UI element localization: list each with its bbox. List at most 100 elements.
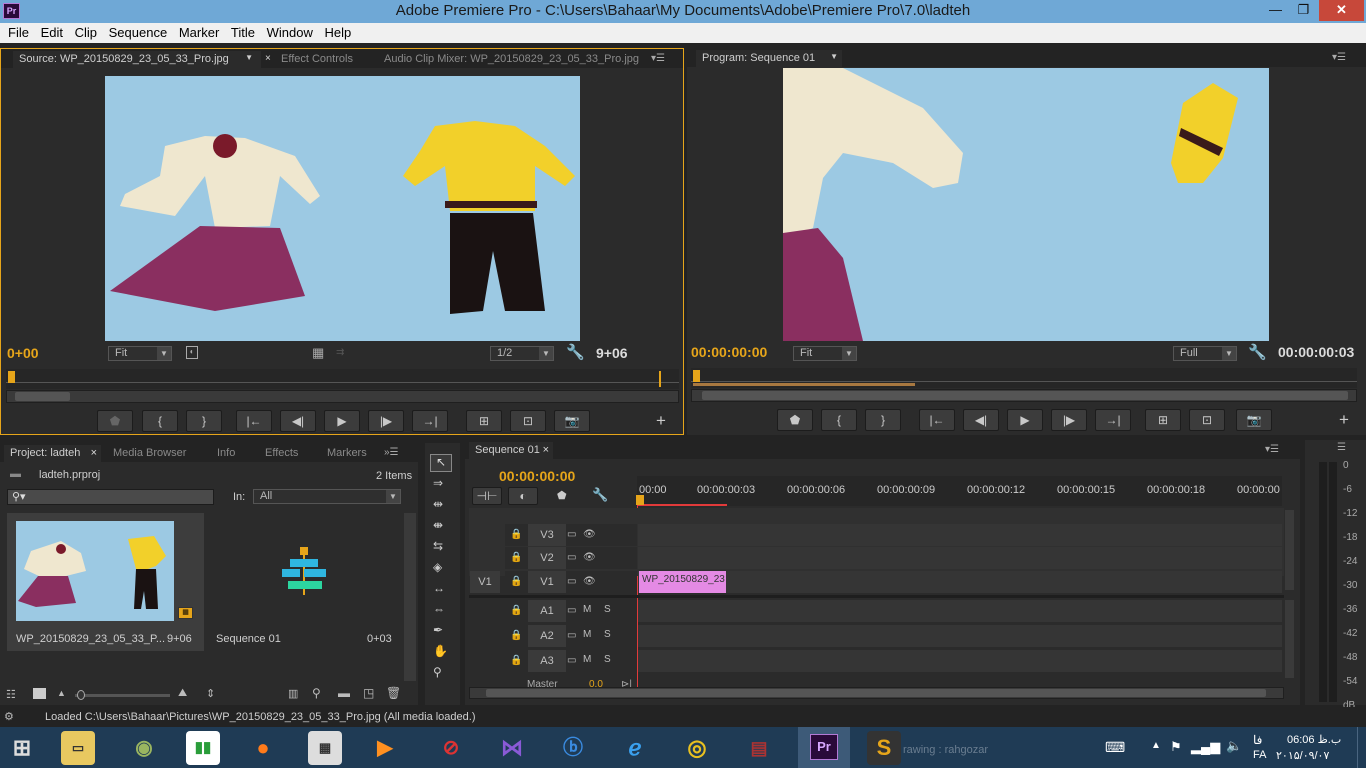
step-forward-button[interactable]: |▶	[1051, 409, 1087, 431]
panel-menu-icon[interactable]: ▾☰	[1332, 52, 1346, 63]
play-button[interactable]: ▶	[324, 410, 360, 432]
sort-icons-icon[interactable]: ⇕	[206, 687, 215, 700]
pen-tool-icon[interactable]: ✒	[433, 623, 443, 637]
lock-icon[interactable]: 🔒	[510, 655, 522, 666]
chart-app-icon[interactable]: ▮▮	[186, 731, 220, 765]
rolling-edit-tool-icon[interactable]: ⇼	[433, 518, 443, 532]
linked-selection-button[interactable]: ◐	[508, 487, 538, 505]
calculator-icon[interactable]: ▦	[308, 731, 342, 765]
wrench-icon[interactable]: 🔧	[1248, 343, 1267, 361]
zoom-in-icon[interactable]: ⛰	[178, 687, 187, 700]
menu-help[interactable]: Help	[324, 23, 351, 40]
in-filter-select[interactable]: All	[253, 489, 401, 504]
clock-time[interactable]: 06:06 ب.ظ	[1287, 733, 1341, 746]
sync-lock-icon[interactable]: ▭	[567, 605, 576, 616]
audio-scrollbar[interactable]	[1285, 600, 1294, 678]
eye-icon[interactable]: 👁	[583, 552, 596, 563]
step-back-button[interactable]: ◀|	[963, 409, 999, 431]
sync-lock-icon[interactable]: ▭	[567, 630, 576, 641]
selection-tool-icon[interactable]: ↖	[430, 454, 452, 472]
play-button[interactable]: ▶	[1007, 409, 1043, 431]
go-to-in-button[interactable]: |←	[919, 409, 955, 431]
mark-out-button[interactable]: }	[186, 410, 222, 432]
panel-menu-icon[interactable]: ▾☰	[1265, 444, 1279, 455]
tab-project[interactable]: Project: ladteh ×	[4, 445, 101, 462]
source-resolution-select[interactable]: 1/2	[490, 346, 554, 361]
safe-margins-icon[interactable]: ◐	[186, 346, 198, 359]
razor-tool-icon[interactable]: ◈	[433, 560, 442, 574]
trash-icon[interactable]: 🗑	[386, 686, 401, 700]
solo-button[interactable]: S	[604, 654, 611, 665]
close-tab-icon[interactable]: ×	[91, 447, 97, 459]
project-item-clip[interactable]: ▦ WP_20150829_23_05_33_P... 9+06	[7, 513, 204, 651]
export-frame-button[interactable]: 📷	[554, 410, 590, 432]
snap-button[interactable]: ⊣⊢	[472, 487, 502, 505]
track-a1-label[interactable]: A1	[528, 600, 566, 622]
source-playhead[interactable]	[8, 371, 15, 383]
track-v1-lane[interactable]	[638, 571, 1282, 593]
lock-icon[interactable]: 🔒	[510, 605, 522, 616]
sync-lock-icon[interactable]: ▭	[567, 529, 576, 540]
menu-window[interactable]: Window	[267, 23, 313, 40]
internet-explorer-icon[interactable]: ℯ	[618, 731, 652, 765]
project-item-sequence[interactable]: Sequence 01 0+03	[206, 513, 402, 651]
menu-file[interactable]: File	[8, 23, 29, 40]
tab-info[interactable]: Info	[211, 445, 241, 462]
s-app-icon[interactable]: S	[867, 731, 901, 765]
lock-icon[interactable]: 🔒	[510, 576, 522, 587]
export-frame-button[interactable]: 📷	[1236, 409, 1272, 431]
clock-date[interactable]: ۲۰۱۵/۰۹/۰۷	[1276, 749, 1329, 762]
source-timecode[interactable]: 0+00	[7, 345, 39, 361]
track-v1-label[interactable]: V1	[528, 571, 566, 593]
volume-icon[interactable]: 🔈	[1226, 738, 1242, 754]
program-timecode[interactable]: 00:00:00:00	[691, 344, 767, 360]
panel-menu-icon[interactable]: »☰	[384, 447, 399, 458]
mark-in-button[interactable]: {	[142, 410, 178, 432]
solo-button[interactable]: S	[604, 604, 611, 615]
eye-icon[interactable]: 👁	[583, 576, 596, 587]
panel-menu-icon[interactable]: ▾☰	[651, 53, 665, 64]
settings-icon[interactable]: ⚙	[4, 710, 14, 723]
insert-overwrite-icon[interactable]: ▦	[312, 345, 324, 361]
button-editor-add-icon[interactable]: +	[1339, 410, 1349, 430]
menu-title[interactable]: Title	[231, 23, 255, 40]
ripple-edit-tool-icon[interactable]: ⇹	[433, 497, 443, 511]
flag-icon[interactable]: ⚑	[1170, 739, 1182, 755]
new-bin-icon[interactable]: ▬	[338, 686, 350, 700]
chevron-down-icon[interactable]: ▼	[245, 53, 253, 62]
slide-tool-icon[interactable]: ⇔	[433, 602, 445, 616]
track-a3-label[interactable]: A3	[528, 650, 566, 672]
step-back-button[interactable]: ◀|	[280, 410, 316, 432]
chrome-icon[interactable]: ◎	[680, 731, 714, 765]
source-out-point[interactable]	[658, 371, 661, 387]
close-button[interactable]: ✕	[1319, 0, 1364, 21]
mute-button[interactable]: M	[583, 604, 591, 615]
input-language[interactable]: FA	[1253, 749, 1266, 761]
track-select-tool-icon[interactable]: ⇒	[433, 476, 443, 490]
icon-view-icon[interactable]	[33, 688, 46, 699]
program-resolution-select[interactable]: Full	[1173, 346, 1237, 361]
track-a2-label[interactable]: A2	[528, 625, 566, 647]
close-tab-icon[interactable]: ×	[543, 444, 549, 456]
sync-lock-icon[interactable]: ▭	[567, 655, 576, 666]
go-to-out-button[interactable]: →|	[412, 410, 448, 432]
tab-sequence-01[interactable]: Sequence 01 ×	[469, 442, 553, 459]
lock-icon[interactable]: 🔒	[510, 630, 522, 641]
track-v3-label[interactable]: V3	[528, 524, 566, 546]
premiere-taskbar-button[interactable]: Pr	[798, 727, 850, 768]
fa-ime-glyph[interactable]: فا	[1253, 733, 1262, 747]
start-button-icon[interactable]: ⊞	[4, 731, 40, 765]
menu-marker[interactable]: Marker	[179, 23, 219, 40]
panel-menu-icon[interactable]: ☰	[1337, 442, 1351, 453]
timeline-timecode[interactable]: 00:00:00:00	[499, 468, 575, 484]
keyboard-icon[interactable]: ⌨	[1105, 739, 1125, 756]
add-marker-button[interactable]: ⬟	[97, 410, 133, 432]
menu-clip[interactable]: Clip	[75, 23, 97, 40]
rate-stretch-tool-icon[interactable]: ⇆	[433, 539, 443, 553]
solo-button[interactable]: S	[604, 629, 611, 640]
visual-studio-icon[interactable]: ⋈	[495, 731, 529, 765]
add-marker-icon[interactable]: ⬟	[557, 489, 567, 502]
go-to-out-button[interactable]: →|	[1095, 409, 1131, 431]
file-explorer-icon[interactable]: ▭	[61, 731, 95, 765]
timeline-horizontal-scrollbar[interactable]	[469, 687, 1284, 699]
